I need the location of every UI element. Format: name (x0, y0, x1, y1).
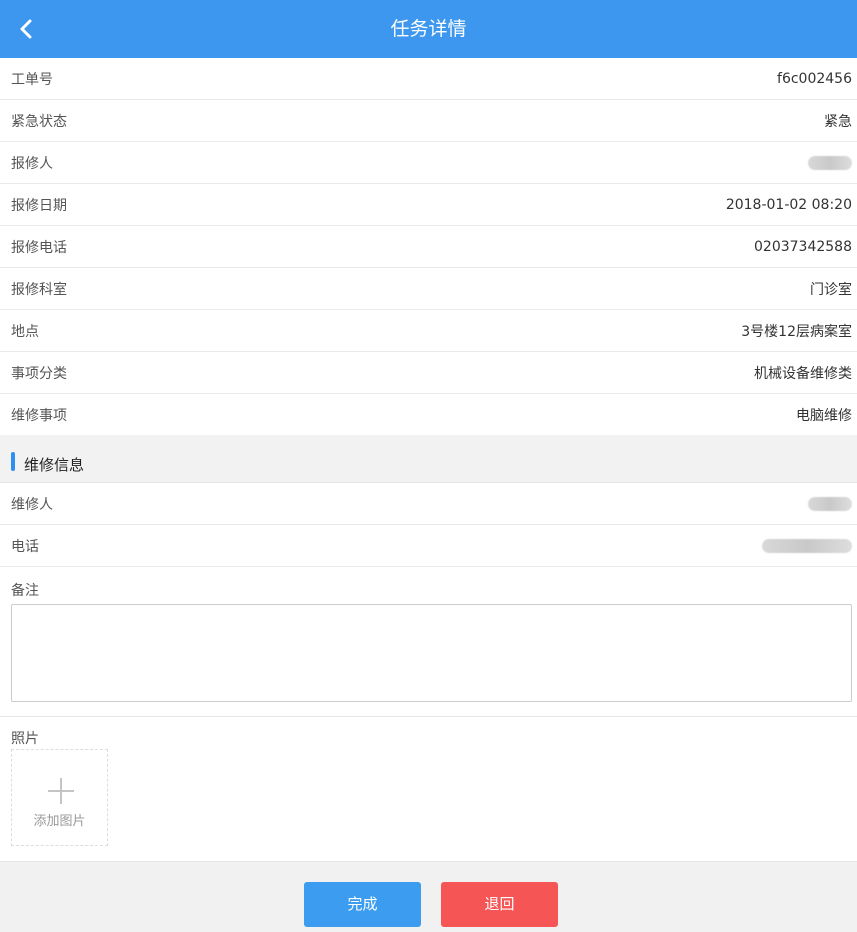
row-repairer: 维修人 (0, 483, 857, 525)
repair-info-section-header: 维修信息 (0, 435, 857, 483)
row-report-date: 报修日期 2018-01-02 08:20 (0, 184, 857, 226)
row-urgency: 紧急状态 紧急 (0, 100, 857, 142)
row-label: 维修人 (11, 496, 53, 513)
add-photo-label: 添加图片 (33, 814, 86, 829)
repairer-phone-redacted-value (762, 538, 852, 553)
divider (0, 716, 857, 717)
remark-label: 备注 (11, 583, 39, 599)
report-phone-value: 02037342588 (754, 238, 852, 255)
report-date-value: 2018-01-02 08:20 (725, 196, 852, 213)
row-label: 报修日期 (11, 197, 67, 214)
row-location: 地点 3号楼12层病案室 (0, 310, 857, 352)
row-label: 报修电话 (11, 239, 67, 256)
row-label: 报修人 (11, 155, 53, 172)
row-label: 报修科室 (11, 281, 67, 298)
task-info-list: 工单号 f6c002456 紧急状态 紧急 报修人 报修日期 2018-01-0… (0, 58, 857, 436)
top-nav-bar: 任务详情 (0, 0, 857, 58)
row-reporter: 报修人 (0, 142, 857, 184)
row-work-order-no: 工单号 f6c002456 (0, 58, 857, 100)
action-footer: 完成 退回 (0, 861, 857, 932)
row-department: 报修科室 门诊室 (0, 268, 857, 310)
reporter-redacted-value (808, 155, 852, 170)
category-value: 机械设备维修类 (754, 365, 852, 382)
row-label: 工单号 (11, 71, 53, 88)
location-value: 3号楼12层病案室 (741, 323, 852, 340)
row-label: 地点 (11, 323, 39, 340)
work-order-no-value: f6c002456 (777, 70, 852, 87)
section-accent-bar (11, 452, 15, 471)
repair-info-list: 维修人 电话 (0, 483, 857, 567)
row-report-phone: 报修电话 02037342588 (0, 226, 857, 268)
urgency-value: 紧急 (824, 113, 852, 130)
repair-item-value: 电脑维修 (796, 408, 852, 424)
repairer-redacted-value (808, 496, 852, 511)
task-detail-page: 任务详情 工单号 f6c002456 紧急状态 紧急 报修人 报修日期 2018… (0, 0, 857, 932)
section-title: 维修信息 (24, 456, 85, 474)
row-category: 事项分类 机械设备维修类 (0, 352, 857, 394)
add-photo-button[interactable]: 添加图片 (11, 749, 108, 846)
row-label: 维修事项 (11, 408, 67, 424)
complete-button[interactable]: 完成 (304, 882, 421, 927)
remark-textarea[interactable] (11, 604, 852, 702)
return-button[interactable]: 退回 (441, 882, 558, 927)
row-repair-item: 维修事项 电脑维修 (0, 394, 857, 436)
page-title: 任务详情 (390, 18, 467, 40)
row-label: 电话 (11, 538, 39, 555)
row-label: 事项分类 (11, 365, 67, 382)
department-value: 门诊室 (810, 281, 852, 298)
row-label: 紧急状态 (11, 113, 67, 130)
row-repairer-phone: 电话 (0, 525, 857, 567)
photo-label: 照片 (11, 731, 39, 747)
